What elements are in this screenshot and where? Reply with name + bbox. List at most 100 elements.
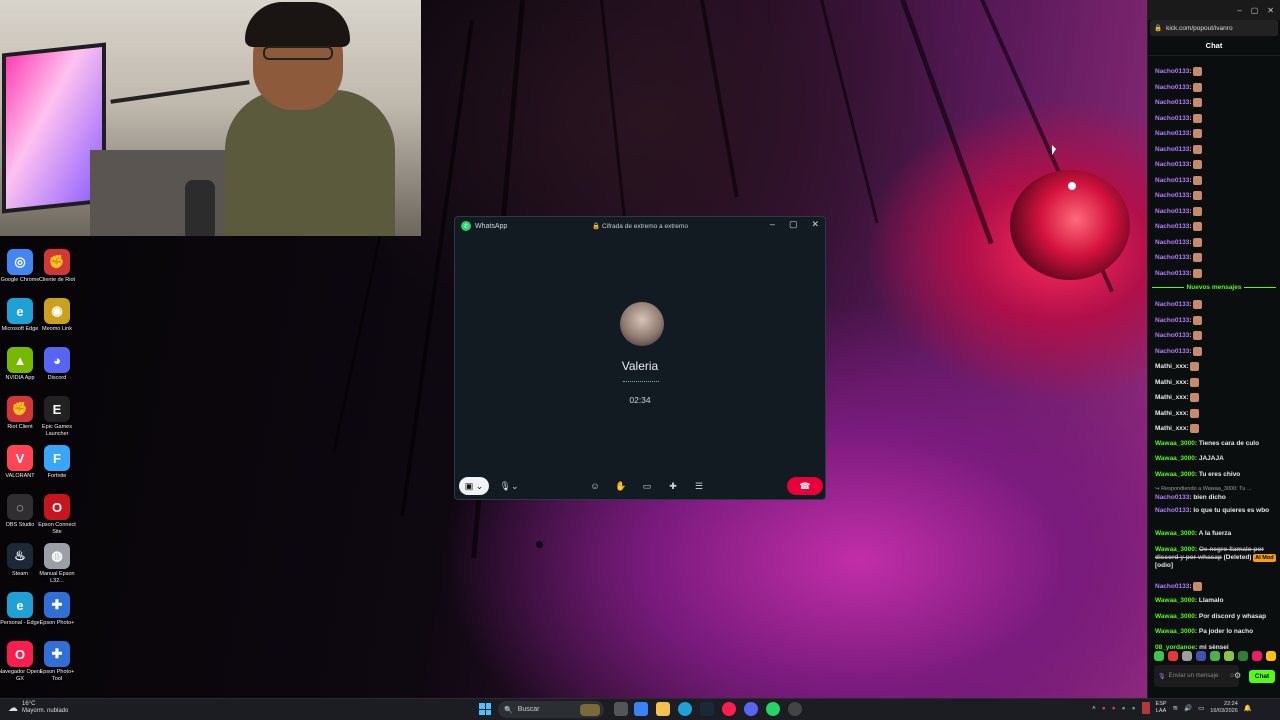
chat-username[interactable]: Nacho0133 [1155, 270, 1189, 277]
emote-icon[interactable] [1154, 651, 1164, 661]
tray-app-icon[interactable] [1141, 702, 1150, 714]
chat-message[interactable]: Nacho0133: [1155, 253, 1277, 262]
chat-message[interactable]: Nacho0133: [1155, 191, 1277, 200]
desktop-shortcut[interactable]: ✚ Epson Photo+ [37, 592, 77, 627]
add-participant-icon[interactable]: ✚ [667, 477, 679, 495]
chat-username[interactable]: Nacho0133 [1155, 507, 1189, 514]
video-off-icon[interactable]: ▣ ⌄ [459, 477, 489, 495]
desktop-shortcut[interactable]: ◉ Meomo Link [37, 298, 77, 333]
chat-username[interactable]: Nacho0133 [1155, 583, 1189, 590]
screen-share-icon[interactable]: ▭ [641, 477, 653, 495]
chat-username[interactable]: Wawaa_3000 [1155, 597, 1195, 604]
raise-hand-icon[interactable]: ✋ [615, 477, 627, 495]
chat-message[interactable]: Nacho0133: bien dicho [1155, 494, 1277, 502]
chat-message[interactable]: Nacho0133: [1155, 581, 1277, 591]
chat-username[interactable]: Nacho0133 [1155, 130, 1189, 137]
desktop-shortcut[interactable]: O Navegador Opera GX [0, 641, 42, 683]
steam-icon[interactable] [700, 702, 714, 716]
chat-username[interactable]: Mathi_xxx [1155, 394, 1186, 401]
close-icon[interactable]: ✕ [1267, 6, 1274, 15]
desktop-shortcut[interactable]: ♨ Steam [0, 543, 40, 578]
desktop-shortcut[interactable]: V VALORANT [0, 445, 40, 480]
volume-icon[interactable]: 🔊 [1184, 704, 1192, 712]
chat-username[interactable]: Wawaa_3000 [1155, 546, 1195, 553]
chat-username[interactable]: Nacho0133 [1155, 177, 1189, 184]
chat-message[interactable]: Nacho0133: [1155, 331, 1277, 340]
emote-icon[interactable] [1238, 651, 1248, 661]
chat-message[interactable]: Nacho0133: lo que tu quieres es wbo [1155, 507, 1277, 515]
chat-message[interactable]: Nacho0133: [1155, 206, 1277, 216]
chat-username[interactable]: Mathi_xxx [1155, 410, 1186, 417]
desktop-shortcut[interactable]: ◌ OBS Studio [0, 494, 40, 529]
desktop-shortcut[interactable]: ▲ NVIDIA App [0, 347, 40, 382]
chevron-up-icon[interactable]: ˄ [1092, 705, 1096, 712]
tray-app-icon[interactable]: ● [1132, 705, 1136, 712]
desktop-shortcut[interactable]: ✚ Epson Photo+ Tool [37, 641, 77, 683]
chat-username[interactable]: Wawaa_3000 [1155, 613, 1195, 620]
chat-message[interactable]: Nacho0133: [1155, 98, 1277, 107]
chat-message[interactable]: Nacho0133: [1155, 113, 1277, 123]
opera-gx-icon[interactable] [722, 702, 736, 716]
chat-message[interactable]: Nacho0133: [1155, 160, 1277, 169]
chat-username[interactable]: Nacho0133 [1155, 239, 1189, 246]
chat-username[interactable]: Nacho0133 [1155, 84, 1189, 91]
emote-icon[interactable] [1168, 651, 1178, 661]
emote-icon[interactable] [1196, 651, 1206, 661]
chat-username[interactable]: Nacho0133 [1155, 317, 1189, 324]
more-icon[interactable]: ☰ [693, 477, 705, 495]
chrome-icon[interactable] [788, 702, 802, 716]
desktop-shortcut[interactable]: ◍ Manual Epson L32... [37, 543, 77, 585]
chat-username[interactable]: Wawaa_3000 [1155, 471, 1195, 478]
close-icon[interactable]: ✕ [811, 219, 819, 230]
emote-icon[interactable] [1224, 651, 1234, 661]
emote-icon[interactable] [1210, 651, 1220, 661]
chat-message[interactable]: Nacho0133: [1155, 129, 1277, 138]
chat-message[interactable]: Nacho0133: [1155, 268, 1277, 278]
chat-message[interactable]: Nacho0133: [1155, 222, 1277, 231]
chat-username[interactable]: Nacho0133 [1155, 348, 1189, 355]
file-explorer-icon[interactable] [656, 702, 670, 716]
chat-username[interactable]: Nacho0133 [1155, 115, 1189, 122]
maximize-icon[interactable]: ▢ [789, 219, 798, 230]
start-button[interactable] [479, 703, 491, 715]
chat-username[interactable]: Mathi_xxx [1155, 379, 1186, 386]
maximize-icon[interactable]: ▢ [1251, 6, 1259, 15]
send-chat-button[interactable]: Chat [1249, 670, 1275, 683]
edge-icon[interactable] [678, 702, 692, 716]
minimize-icon[interactable]: – [1237, 6, 1241, 15]
desktop-shortcut[interactable]: e Personal - Edge [0, 592, 40, 627]
chat-message[interactable]: Nacho0133: [1155, 67, 1277, 76]
chat-input[interactable]: 🎙 Enviar un mensaje ☺ [1154, 665, 1239, 687]
url-bar[interactable]: 🔒 kick.com/popout/ivanro [1150, 20, 1278, 36]
chat-username[interactable]: Nacho0133 [1155, 223, 1189, 230]
chat-username[interactable]: Nacho0133 [1155, 192, 1189, 199]
chat-username[interactable]: Nacho0133 [1155, 332, 1189, 339]
chat-message[interactable]: Mathi_xxx: [1155, 424, 1277, 433]
chat-username[interactable]: Nacho0133 [1155, 301, 1189, 308]
chat-message[interactable]: Mathi_xxx: [1155, 362, 1277, 371]
chat-message[interactable]: Wawaa_3000: Pa joder lo nacho [1155, 628, 1277, 636]
notifications-icon[interactable]: 🔔 [1244, 704, 1252, 712]
gear-icon[interactable]: ⚙ [1234, 671, 1244, 680]
desktop-shortcut[interactable]: F Fortnite [37, 445, 77, 480]
chat-username[interactable]: Nacho0133 [1155, 254, 1189, 261]
emote-icon[interactable] [1252, 651, 1262, 661]
task-view-icon[interactable] [614, 702, 628, 716]
chat-message[interactable]: Nacho0133: [1155, 300, 1277, 309]
desktop-shortcut[interactable]: ◎ Google Chrome [0, 249, 40, 284]
chat-username[interactable]: 08_yordanoe [1155, 644, 1195, 651]
chat-message[interactable]: Mathi_xxx: [1155, 377, 1277, 387]
chat-username[interactable]: Nacho0133 [1155, 494, 1189, 501]
chat-username[interactable]: Mathi_xxx [1155, 363, 1186, 370]
discord-icon[interactable] [744, 702, 758, 716]
desktop-shortcut[interactable]: O Epson Connect Site [37, 494, 77, 536]
mic-icon[interactable]: 🎙⌄ [497, 477, 521, 495]
end-call-icon[interactable]: ☎ [787, 477, 823, 495]
chat-username[interactable]: Wawaa_3000 [1155, 440, 1195, 447]
chat-message[interactable]: Mathi_xxx: [1155, 408, 1277, 418]
chat-message[interactable]: Wawaa_3000: Tienes cara de culo [1155, 440, 1277, 448]
desktop-shortcut[interactable]: E Epic Games Launcher [37, 396, 77, 438]
tray-app-icon[interactable]: ● [1112, 705, 1116, 712]
chat-message[interactable]: Nacho0133: [1155, 175, 1277, 185]
chat-username[interactable]: Nacho0133 [1155, 161, 1189, 168]
